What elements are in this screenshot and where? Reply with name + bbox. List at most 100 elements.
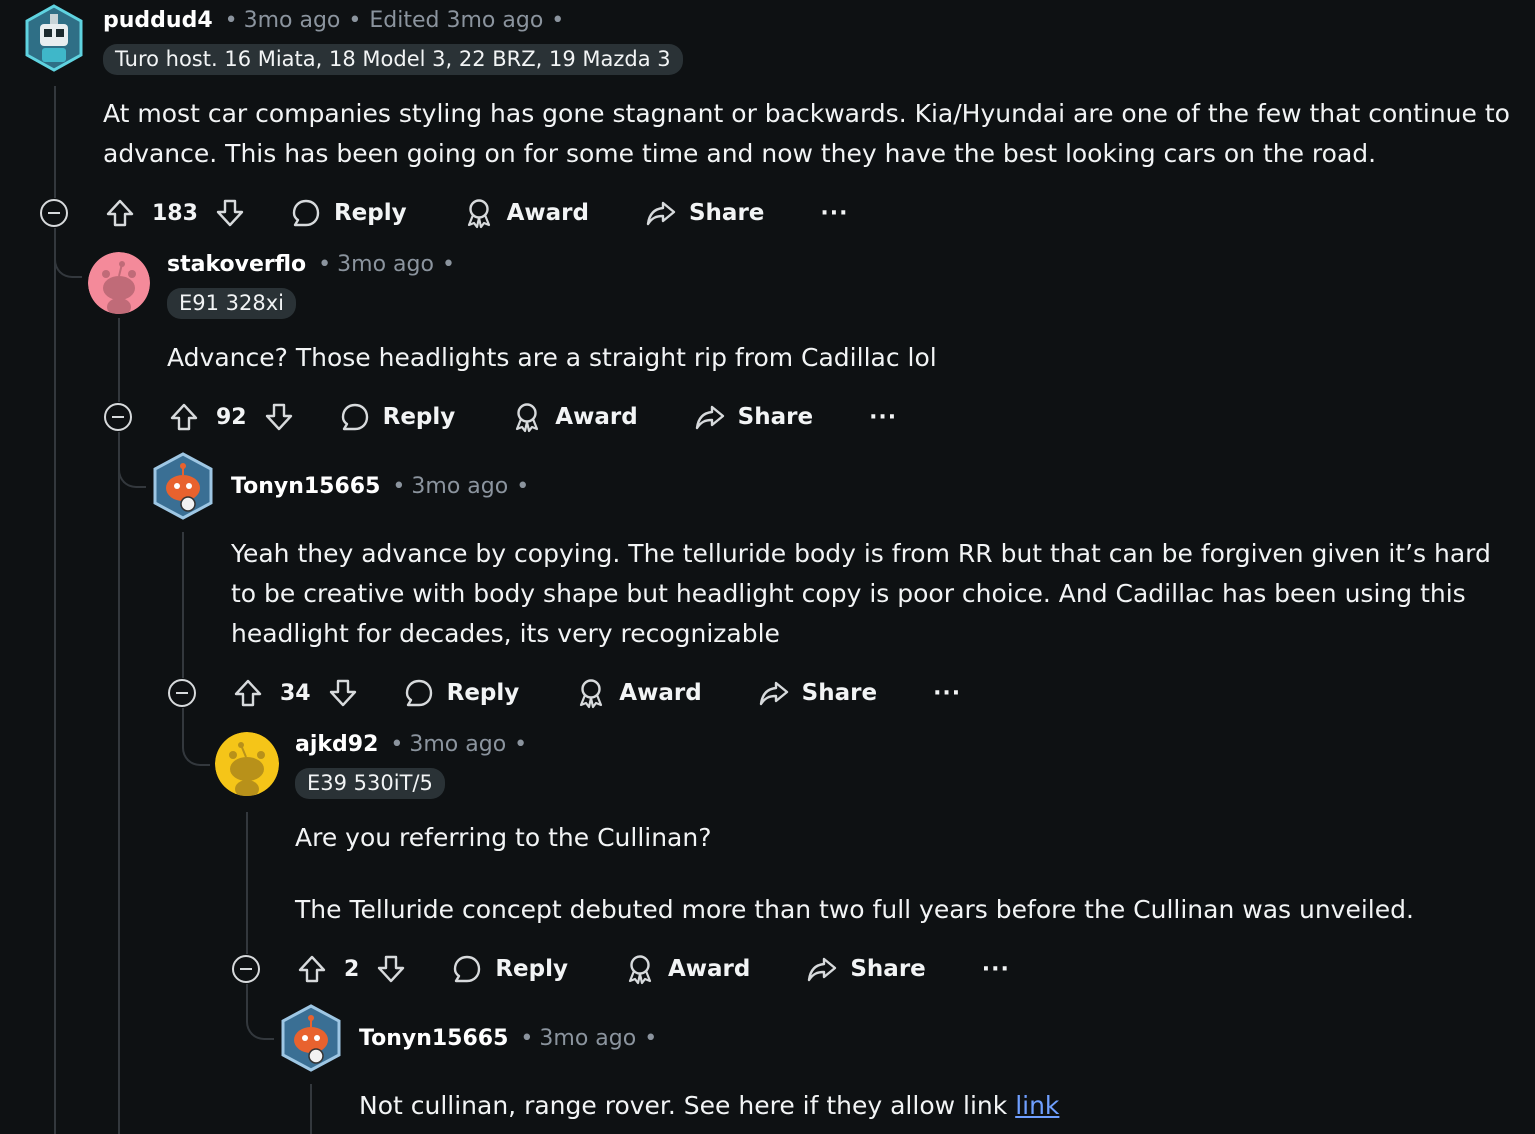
award-button[interactable]: Award — [575, 677, 702, 709]
comment-meta: ajkd92 • 3mo ago • — [295, 732, 527, 757]
reply-icon — [454, 955, 481, 983]
award-label: Award — [667, 956, 751, 982]
comment-text: Not cullinan, range rover. See here if t… — [359, 1086, 1509, 1126]
more-options-button[interactable]: ··· — [869, 405, 897, 430]
share-icon — [646, 201, 676, 226]
share-button[interactable]: Share — [694, 401, 813, 433]
thread-line[interactable] — [118, 318, 120, 402]
user-avatar[interactable] — [152, 452, 214, 520]
award-label: Award — [619, 680, 702, 706]
thread-line[interactable] — [246, 812, 248, 954]
share-button[interactable]: Share — [645, 197, 764, 229]
collapse-button[interactable] — [232, 955, 260, 983]
share-label: Share — [850, 956, 926, 982]
reply-icon — [341, 403, 368, 431]
timestamp[interactable]: 3mo ago — [539, 1026, 636, 1051]
reply-button[interactable]: Reply — [403, 677, 519, 709]
separator-dot: • — [224, 8, 238, 33]
snoo-avatar-icon — [215, 732, 279, 796]
share-icon — [695, 405, 724, 430]
username[interactable]: Tonyn15665 — [359, 1026, 508, 1051]
share-label: Share — [688, 200, 765, 226]
thread-line[interactable] — [54, 228, 56, 1134]
vote-count: 92 — [216, 404, 247, 430]
action-bar: 34 Reply Award Share ··· — [168, 671, 961, 715]
more-options-button[interactable]: ··· — [820, 201, 848, 226]
timestamp[interactable]: 3mo ago — [409, 732, 506, 757]
collapse-button[interactable] — [104, 403, 132, 431]
thread-line[interactable] — [310, 1084, 312, 1134]
comment-text-segment: Not cullinan, range rover. See here if t… — [359, 1091, 1008, 1120]
share-label: Share — [737, 404, 814, 430]
downvote-icon[interactable] — [375, 953, 407, 985]
username[interactable]: Tonyn15665 — [231, 474, 380, 499]
separator-dot: • — [392, 474, 406, 499]
upvote-icon[interactable] — [296, 953, 328, 985]
comment-text: Are you referring to the Cullinan? — [295, 823, 712, 852]
collapse-button[interactable] — [40, 199, 68, 227]
snoo-avatar-icon — [88, 252, 150, 314]
downvote-icon[interactable] — [263, 401, 295, 433]
share-icon — [808, 957, 837, 982]
comment-meta: Tonyn15665 • 3mo ago • — [231, 474, 529, 499]
comment-text: At most car companies styling has gone s… — [103, 99, 1510, 168]
vote-group: 183 — [104, 197, 246, 229]
comment-meta: stakoverflo • 3mo ago • — [167, 252, 455, 277]
reply-icon — [292, 199, 320, 227]
user-avatar[interactable] — [215, 732, 279, 796]
thread-line[interactable] — [182, 532, 184, 678]
timestamp[interactable]: 3mo ago — [337, 252, 434, 277]
share-button[interactable]: Share — [758, 677, 877, 709]
thread-connector — [54, 228, 82, 278]
comment-thread: puddud4 • 3mo ago • Edited 3mo ago • Tur… — [0, 0, 1535, 1134]
separator-dot: • — [514, 732, 528, 757]
user-avatar[interactable] — [24, 4, 84, 72]
downvote-icon[interactable] — [214, 197, 246, 229]
username[interactable]: puddud4 — [103, 8, 213, 33]
timestamp[interactable]: 3mo ago — [411, 474, 508, 499]
separator-dot: • — [348, 8, 362, 33]
username[interactable]: ajkd92 — [295, 732, 378, 757]
separator-dot: • — [520, 1026, 534, 1051]
award-label: Award — [555, 404, 638, 430]
award-button[interactable]: Award — [463, 197, 589, 229]
upvote-icon[interactable] — [104, 197, 136, 229]
downvote-icon[interactable] — [327, 677, 359, 709]
vote-count: 34 — [280, 680, 311, 706]
separator-dot: • — [390, 732, 404, 757]
user-flair: E39 530iT/5 — [295, 768, 445, 799]
username[interactable]: stakoverflo — [167, 252, 306, 277]
reply-button[interactable]: Reply — [339, 401, 455, 433]
user-avatar[interactable] — [280, 1004, 342, 1072]
timestamp[interactable]: 3mo ago — [244, 8, 341, 33]
separator-dot: • — [318, 252, 332, 277]
snoo-avatar-hex-icon — [153, 452, 213, 520]
comment-meta: Tonyn15665 • 3mo ago • — [359, 1026, 657, 1051]
comment-text: Advance? Those headlights are a straight… — [167, 343, 937, 372]
comment-body: At most car companies styling has gone s… — [103, 94, 1513, 174]
thread-connector — [246, 984, 274, 1040]
vote-count: 183 — [152, 200, 198, 226]
comment-body: Advance? Those headlights are a straight… — [167, 338, 1507, 378]
user-flair: E91 328xi — [167, 288, 297, 319]
thread-line[interactable] — [54, 86, 56, 198]
reply-button[interactable]: Reply — [451, 953, 568, 985]
upvote-icon[interactable] — [168, 401, 200, 433]
more-options-button[interactable]: ··· — [933, 681, 961, 706]
reply-button[interactable]: Reply — [290, 197, 407, 229]
edited-label: Edited 3mo ago — [369, 8, 544, 33]
user-avatar[interactable] — [88, 252, 150, 314]
share-label: Share — [801, 680, 878, 706]
more-options-button[interactable]: ··· — [982, 957, 1010, 982]
collapse-button[interactable] — [168, 679, 196, 707]
comment-link[interactable]: link — [1015, 1091, 1059, 1120]
comment-meta: puddud4 • 3mo ago • Edited 3mo ago • — [103, 8, 564, 33]
snoo-avatar-hex-icon — [281, 1004, 341, 1072]
thread-connector — [182, 708, 210, 766]
comment-body: Not cullinan, range rover. See here if t… — [359, 1086, 1509, 1126]
share-button[interactable]: Share — [806, 953, 926, 985]
upvote-icon[interactable] — [232, 677, 264, 709]
thread-line[interactable] — [118, 432, 120, 1134]
award-button[interactable]: Award — [511, 401, 638, 433]
award-button[interactable]: Award — [624, 953, 750, 985]
